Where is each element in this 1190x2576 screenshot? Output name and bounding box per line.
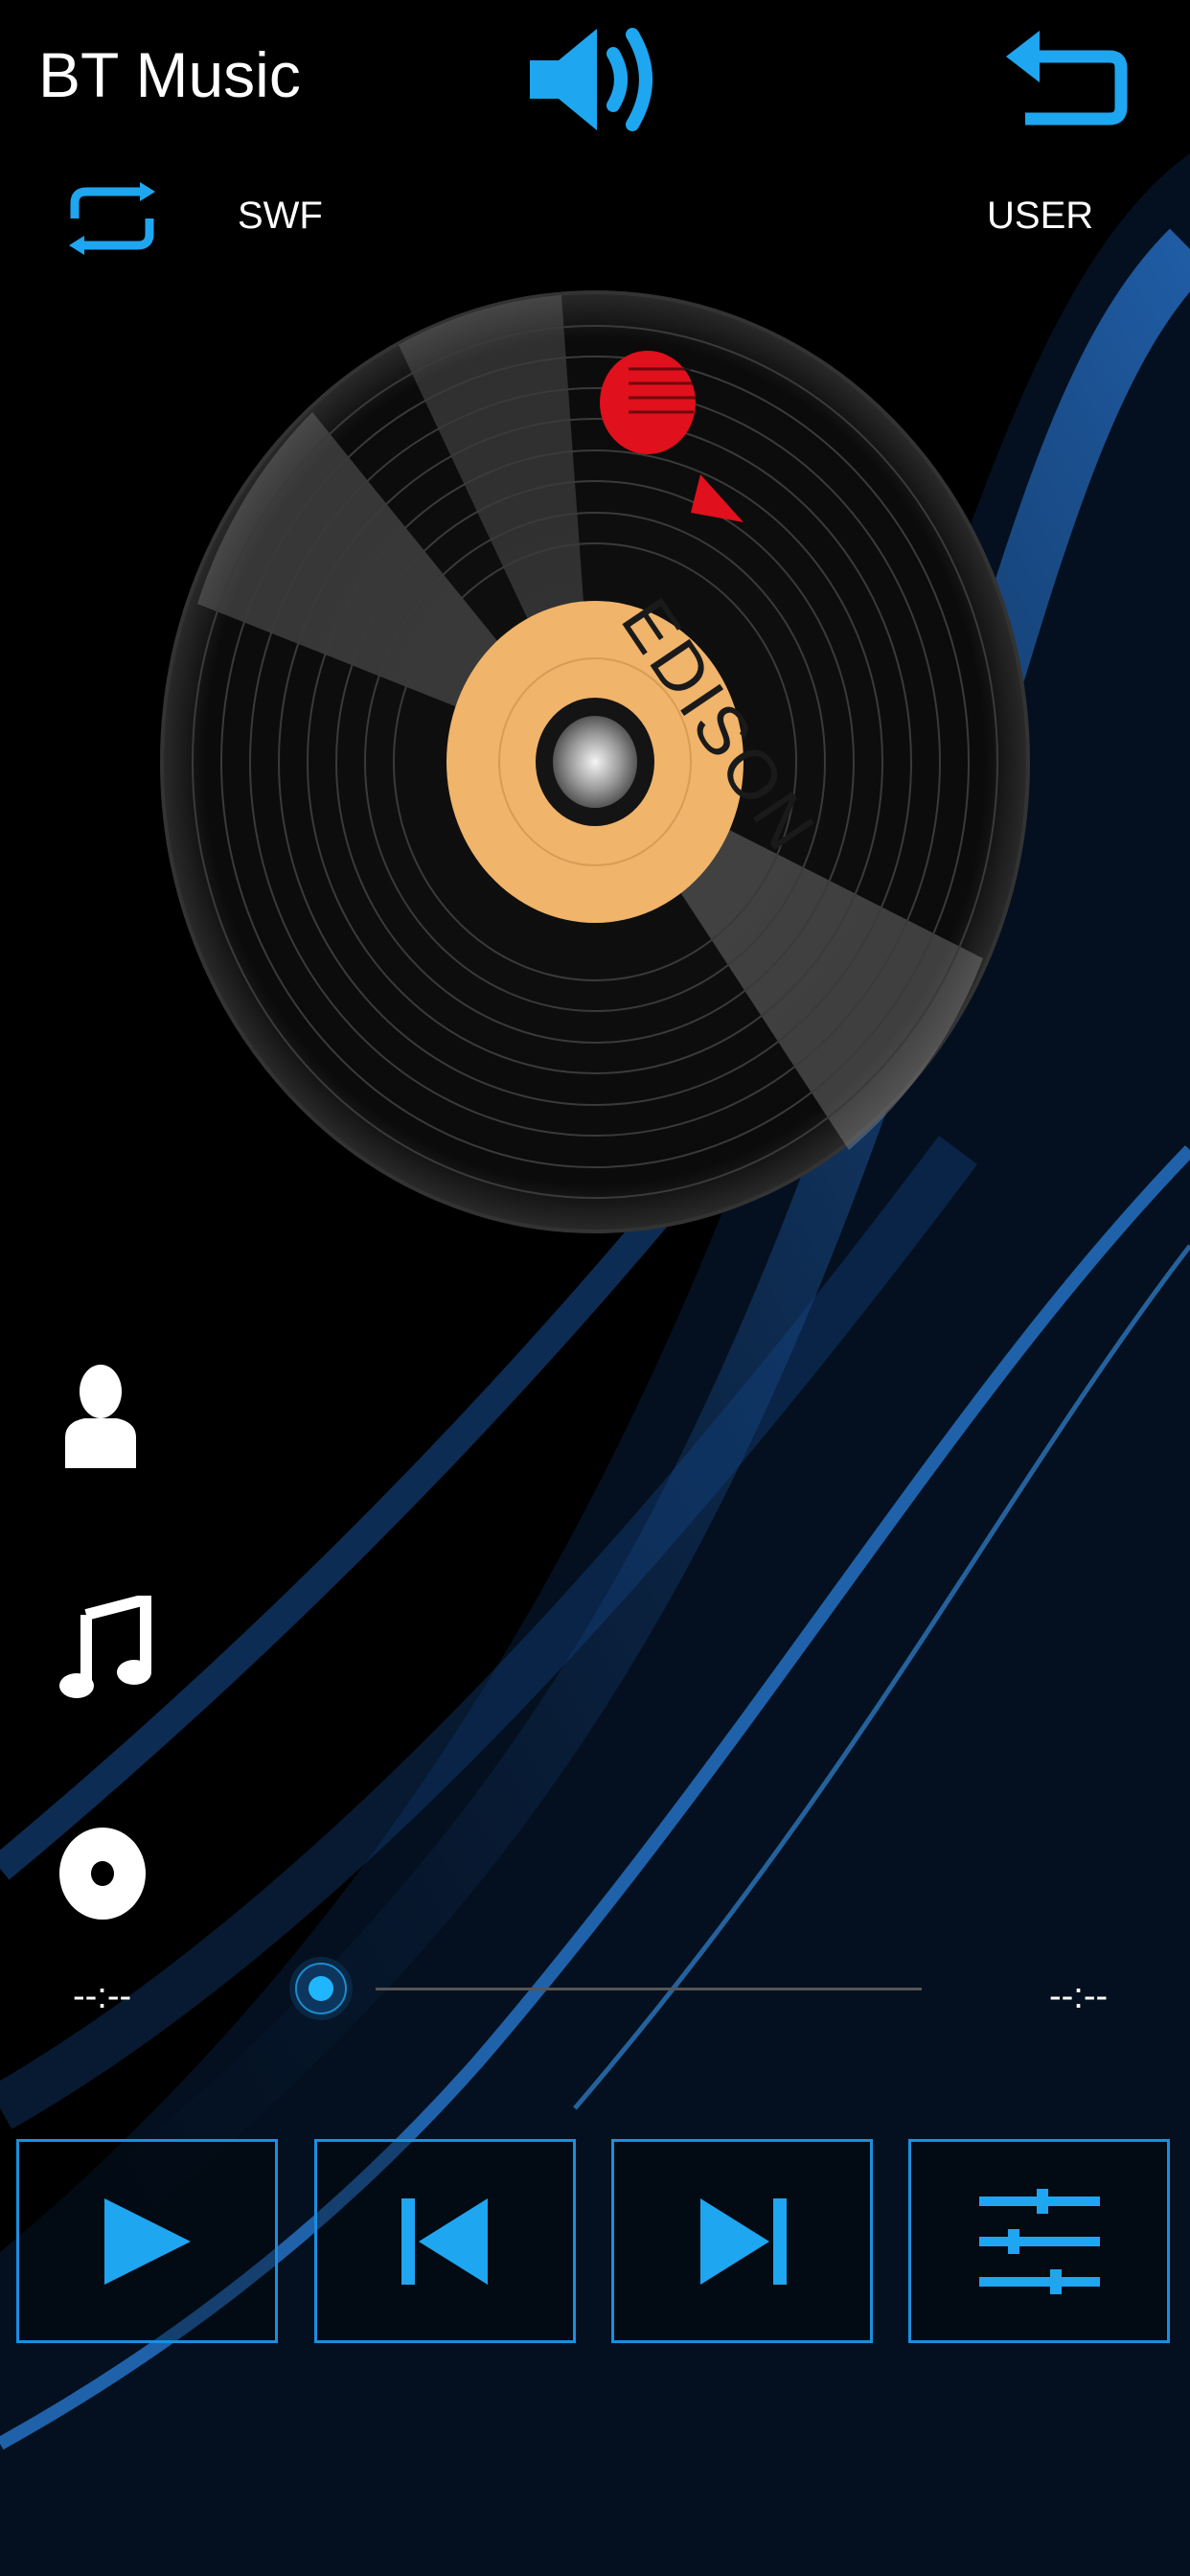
vinyl-disc [160, 290, 1030, 1233]
equalizer-icon [978, 2188, 1100, 2294]
play-icon [103, 2197, 191, 2285]
song-icon [57, 1592, 151, 1701]
equalizer-button[interactable] [908, 2139, 1170, 2343]
app-title: BT Music [38, 39, 301, 110]
play-button[interactable] [16, 2139, 278, 2343]
skip-previous-icon [400, 2197, 488, 2285]
progress-knob[interactable] [287, 1955, 355, 2022]
artist-icon [57, 1363, 144, 1468]
skip-next-icon [699, 2197, 787, 2285]
progress-track[interactable] [376, 1988, 922, 1990]
current-time: --:-- [73, 1976, 132, 2016]
eq-mode-label[interactable]: SWF [238, 192, 323, 240]
total-time: --:-- [1049, 1976, 1109, 2016]
user-label[interactable]: USER [987, 192, 1093, 240]
back-icon[interactable] [996, 23, 1131, 128]
repeat-icon[interactable] [56, 182, 169, 255]
volume-icon[interactable] [525, 17, 659, 142]
previous-button[interactable] [314, 2139, 576, 2343]
next-button[interactable] [611, 2139, 873, 2343]
album-icon [57, 1826, 149, 1921]
